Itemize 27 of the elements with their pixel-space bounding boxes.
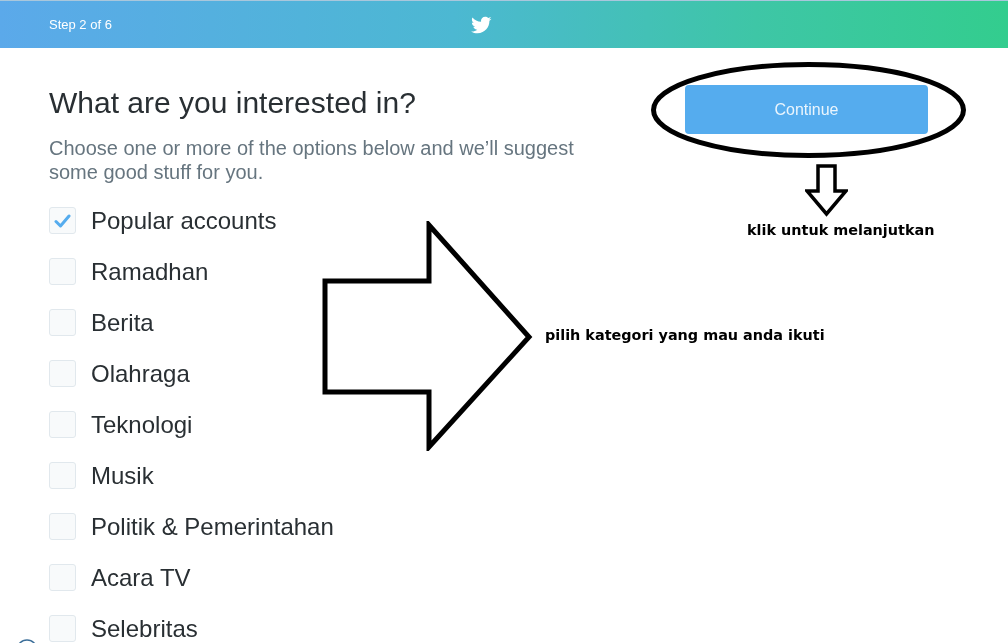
- ring-icon: [16, 638, 38, 643]
- checkmark-icon: [54, 213, 71, 228]
- bird-logo-icon: [469, 15, 492, 34]
- checkbox[interactable]: [49, 207, 76, 234]
- annotation-text: pilih kategori yang mau anda ikuti: [545, 326, 825, 344]
- page-heading: What are you interested in?: [49, 87, 417, 119]
- checkbox[interactable]: [49, 462, 76, 489]
- option-label[interactable]: Berita: [91, 308, 154, 337]
- checkbox[interactable]: [49, 258, 76, 285]
- checkbox[interactable]: [49, 411, 76, 438]
- checkbox[interactable]: [49, 615, 76, 642]
- checkbox[interactable]: [49, 309, 76, 336]
- checkbox[interactable]: [49, 564, 76, 591]
- option-label[interactable]: Popular accounts: [91, 206, 277, 235]
- option-label[interactable]: Olahraga: [91, 359, 190, 388]
- option-label[interactable]: Politik & Pemerintahan: [91, 512, 334, 541]
- option-label[interactable]: Ramadhan: [91, 257, 209, 286]
- down-arrow-drawing: [805, 164, 848, 217]
- step-indicator: Step 2 of 6: [49, 17, 112, 32]
- option-label[interactable]: Acara TV: [91, 563, 191, 592]
- option-label[interactable]: Selebritas: [91, 614, 198, 643]
- annotation-text: klik untuk melanjutkan: [747, 221, 935, 239]
- option-label[interactable]: Teknologi: [91, 410, 193, 439]
- checkbox[interactable]: [49, 360, 76, 387]
- option-label[interactable]: Musik: [91, 461, 154, 490]
- checkbox[interactable]: [49, 513, 76, 540]
- page-description: Choose one or more of the options below and we’ll suggest some good stuff for you.: [49, 136, 575, 184]
